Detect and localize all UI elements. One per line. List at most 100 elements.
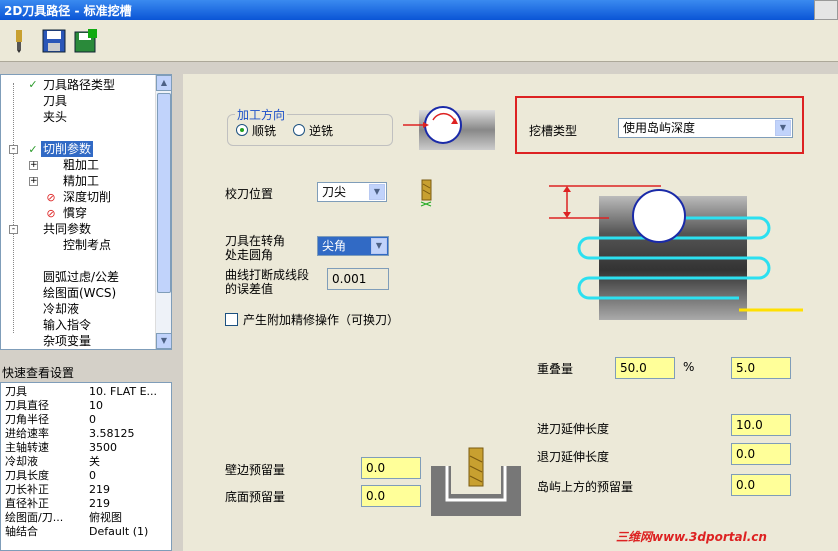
qv-value: 3500 xyxy=(89,441,117,454)
tree-item-tool[interactable]: 刀具 xyxy=(43,93,67,109)
tree-item-breakthrough[interactable]: 慣穿 xyxy=(63,205,87,221)
qv-key: 刀具 xyxy=(5,385,27,398)
tool-tip-icon xyxy=(420,179,432,207)
entry-extension-input[interactable]: 10.0 xyxy=(731,414,791,436)
chevron-down-icon[interactable]: ▼ xyxy=(369,184,385,200)
qv-key: 直径补正 xyxy=(5,497,49,510)
tree-item-cut-params[interactable]: 切削参数 xyxy=(41,141,94,157)
floor-stock-label: 底面预留量 xyxy=(225,490,286,504)
window-titlebar: 2D刀具路径 - 标准挖槽 xyxy=(0,0,838,20)
overlap-percent-input[interactable]: 50.0 xyxy=(615,357,675,379)
parameter-tree: ✓ 刀具路径类型 刀具 夹头 - ✓ 切削参数 + 粗加工 + 精加工 ⊘ 深度… xyxy=(0,74,172,350)
tool-position-value: 刀尖 xyxy=(322,185,347,199)
qv-key: 进给速率 xyxy=(5,427,49,440)
tree-item-holder[interactable]: 夹头 xyxy=(43,109,67,125)
qv-key: 主轴转速 xyxy=(5,441,49,454)
qv-value: 俯视图 xyxy=(89,511,122,524)
tool-position-select[interactable]: 刀尖 ▼ xyxy=(317,182,387,202)
wall-stock-label: 壁边预留量 xyxy=(225,463,286,477)
qv-key: 冷却液 xyxy=(5,455,38,468)
exit-extension-label: 退刀延伸长度 xyxy=(537,450,610,464)
island-stock-label: 岛屿上方的预留量 xyxy=(537,480,634,494)
overlap-label: 重叠量 xyxy=(537,362,574,376)
save-icon[interactable] xyxy=(42,28,66,54)
qv-value: 219 xyxy=(89,497,110,510)
tree-scrollbar[interactable]: ▲ ▼ xyxy=(155,75,171,349)
climb-radio[interactable] xyxy=(236,124,248,136)
expander-cut-params[interactable]: - xyxy=(9,145,18,154)
direction-group-title: 加工方向 xyxy=(235,106,288,123)
pocket-type-value: 使用岛屿深度 xyxy=(623,121,696,135)
pocket-type-select[interactable]: 使用岛屿深度 ▼ xyxy=(618,118,793,138)
tool-position-label: 校刀位置 xyxy=(225,187,274,201)
wall-stock-input[interactable]: 0.0 xyxy=(361,457,421,479)
save-as-icon[interactable] xyxy=(74,28,98,54)
qv-key: 刀具长度 xyxy=(5,469,49,482)
tool-icon[interactable] xyxy=(8,28,32,54)
qv-value: 10. FLAT E... xyxy=(89,385,158,398)
conventional-label: 逆铣 xyxy=(309,124,334,138)
check-icon: ✓ xyxy=(28,78,38,91)
expander-linking[interactable]: - xyxy=(9,225,18,234)
finish-pass-checkbox[interactable] xyxy=(225,313,238,326)
tree-item-toolpath-type[interactable]: 刀具路径类型 xyxy=(43,77,115,93)
linear-label-2: 的误差值 xyxy=(225,282,274,296)
pocket-type-label: 挖槽类型 xyxy=(529,124,578,138)
qv-key: 刀具直径 xyxy=(5,399,49,412)
window-title: 2D刀具路径 - 标准挖槽 xyxy=(4,4,132,18)
quick-view-title: 快速查看设置 xyxy=(2,366,75,380)
qv-key: 刀角半径 xyxy=(5,413,49,426)
expander-roughing[interactable]: + xyxy=(29,161,38,170)
tree-item-canned-text[interactable]: 输入指令 xyxy=(43,317,91,333)
scroll-thumb[interactable] xyxy=(157,93,171,293)
scroll-up-icon[interactable]: ▲ xyxy=(156,75,171,91)
qv-value: 219 xyxy=(89,483,110,496)
cut-params-page: 加工方向 顺铣 逆铣 挖槽类型 使用岛屿深度 ▼ 校刀位置 刀尖 ▼ 刀具在转角… xyxy=(183,74,838,551)
corner-select[interactable]: 尖角 ▼ xyxy=(317,236,389,256)
chevron-down-icon[interactable]: ▼ xyxy=(775,120,791,136)
qv-value: 0 xyxy=(89,413,96,426)
tree-item-home-point[interactable]: 控制考点 xyxy=(63,237,111,253)
tree-item-planes[interactable]: 绘图面(WCS) xyxy=(43,285,116,301)
qv-key: 绘图面/刀... xyxy=(5,511,64,524)
tree-item-misc-values[interactable]: 杂项变量 xyxy=(43,333,91,349)
entry-extension-label: 进刀延伸长度 xyxy=(537,422,610,436)
qv-value: Default (1) xyxy=(89,525,149,538)
corner-label-2: 处走圆角 xyxy=(225,248,274,262)
percent-sign: % xyxy=(683,360,695,374)
expander-finishing[interactable]: + xyxy=(29,177,38,186)
qv-value: 关 xyxy=(89,455,100,468)
chevron-down-icon[interactable]: ▼ xyxy=(371,238,387,254)
exit-extension-input[interactable]: 0.0 xyxy=(731,443,791,465)
overlap-value-input[interactable]: 5.0 xyxy=(731,357,791,379)
qv-value: 10 xyxy=(89,399,103,412)
stock-to-leave-illustration xyxy=(431,447,521,516)
corner-value: 尖角 xyxy=(322,239,347,253)
forbid-icon: ⊘ xyxy=(46,191,56,204)
tree-item-depth-cuts[interactable]: 深度切削 xyxy=(63,189,111,205)
climb-label: 顺铣 xyxy=(252,124,277,138)
floor-stock-input[interactable]: 0.0 xyxy=(361,485,421,507)
qv-value: 3.58125 xyxy=(89,427,135,440)
quick-view-panel: 刀具 10. FLAT E... 刀具直径 10 刀角半径 0 进给速率 3.58125… xyxy=(0,382,172,551)
close-button[interactable] xyxy=(814,0,838,20)
island-stock-input[interactable]: 0.0 xyxy=(731,474,791,496)
toolbar xyxy=(0,20,838,62)
finish-pass-label: 产生附加精修操作（可换刀） xyxy=(243,313,400,327)
conventional-radio[interactable] xyxy=(293,124,305,136)
scroll-down-icon[interactable]: ▼ xyxy=(156,333,171,349)
qv-key: 刀长补正 xyxy=(5,483,49,496)
climb-direction-illustration xyxy=(403,106,495,150)
tree-item-roughing[interactable]: 粗加工 xyxy=(63,157,99,173)
island-depth-illustration xyxy=(549,185,803,320)
qv-value: 0 xyxy=(89,469,96,482)
tree-item-finishing[interactable]: 精加工 xyxy=(63,173,99,189)
tree-item-arc-filter[interactable]: 圆弧过虑/公差 xyxy=(43,269,119,285)
tree-item-linking-params[interactable]: 共同参数 xyxy=(43,221,91,237)
qv-key: 轴结合 xyxy=(5,525,38,538)
linear-tolerance-input[interactable]: 0.001 xyxy=(327,268,389,290)
tree-item-coolant[interactable]: 冷却液 xyxy=(43,301,79,317)
watermark: 三维网www.3dportal.cn xyxy=(616,530,767,544)
forbid-icon: ⊘ xyxy=(46,207,56,220)
check-icon: ✓ xyxy=(28,143,38,156)
